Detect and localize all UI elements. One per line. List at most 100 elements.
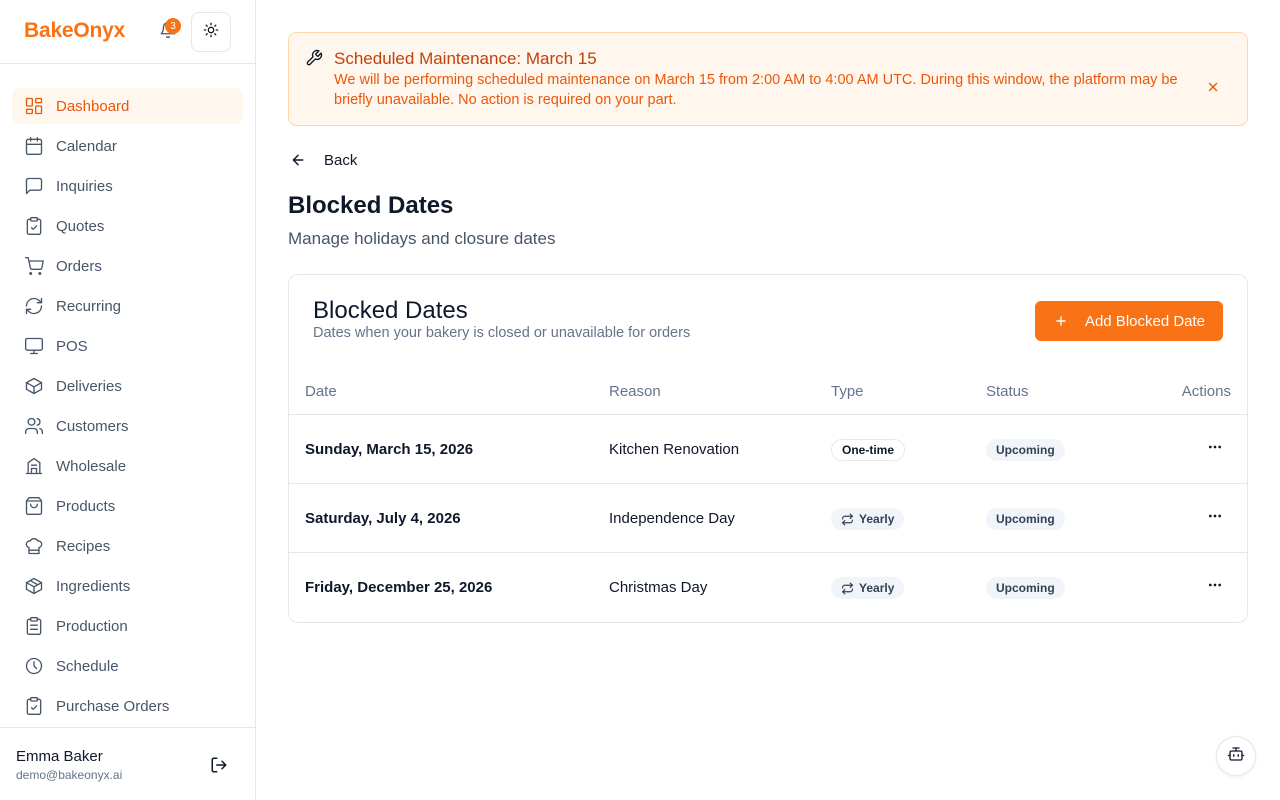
card-title: Blocked Dates: [313, 297, 468, 324]
row-reason: Kitchen Renovation: [609, 441, 740, 458]
banner-dismiss-button[interactable]: [1203, 79, 1223, 99]
type-badge-label: Yearly: [859, 512, 895, 526]
chef-hat-icon: [24, 536, 44, 556]
sidebar-item-schedule[interactable]: Schedule: [12, 648, 243, 684]
logout-button[interactable]: [204, 752, 234, 782]
row-date: Friday, December 25, 2026: [305, 579, 493, 596]
more-horizontal-icon: [1207, 577, 1223, 598]
type-badge-label: One-time: [831, 439, 906, 461]
sidebar-item-customers[interactable]: Customers: [12, 408, 243, 444]
row-date: Sunday, March 15, 2026: [305, 441, 474, 458]
theme-toggle-button[interactable]: [191, 12, 231, 52]
repeat-icon: [841, 512, 854, 526]
sidebar-item-production[interactable]: Production: [12, 608, 243, 644]
user-profile: Emma Baker demo@bakeonyx.ai: [0, 727, 255, 800]
blocked-dates-table: Date Reason Type Status Actions Sunday, …: [289, 367, 1247, 622]
repeat-icon: [841, 581, 854, 595]
column-header-status[interactable]: Status: [986, 383, 1029, 400]
sidebar-item-label: Recipes: [56, 537, 111, 555]
table-row[interactable]: Sunday, March 15, 2026 Kitchen Renovatio…: [289, 415, 1247, 484]
row-actions-button[interactable]: [1199, 506, 1231, 530]
more-horizontal-icon: [1207, 508, 1223, 529]
maintenance-banner: Scheduled Maintenance: March 15 We will …: [288, 32, 1248, 126]
package-icon: [24, 376, 44, 396]
back-button[interactable]: Back: [288, 148, 357, 172]
sidebar-item-inquiries[interactable]: Inquiries: [12, 168, 243, 204]
clipboard-list-icon: [24, 616, 44, 636]
user-name: Emma Baker: [16, 748, 103, 765]
sidebar-item-dashboard[interactable]: Dashboard: [12, 88, 243, 124]
sidebar-item-calendar[interactable]: Calendar: [12, 128, 243, 164]
clipboard-check-icon: [24, 696, 44, 716]
page-subtitle: Manage holidays and closure dates: [288, 229, 556, 248]
page-title: Blocked Dates: [288, 192, 454, 219]
type-badge-body: Yearly: [831, 508, 905, 530]
more-horizontal-icon: [1207, 439, 1223, 460]
sidebar-item-recipes[interactable]: Recipes: [12, 528, 243, 564]
sun-icon: [203, 22, 219, 43]
status-badge-label: Upcoming: [986, 508, 1065, 530]
blocked-dates-card: Blocked Dates Dates when your bakery is …: [288, 274, 1248, 623]
arrow-left-icon: [288, 150, 308, 170]
sidebar-item-label: Wholesale: [56, 457, 127, 475]
brand-logo[interactable]: BakeOnyx: [24, 19, 125, 43]
sidebar-item-orders[interactable]: Orders: [12, 248, 243, 284]
box-icon: [24, 576, 44, 596]
status-badge: Upcoming: [986, 508, 1065, 530]
column-header-actions: Actions: [1181, 383, 1231, 400]
add-blocked-date-button[interactable]: Add Blocked Date: [1035, 301, 1223, 341]
column-header-reason[interactable]: Reason: [609, 383, 661, 400]
sidebar-item-purchase-orders[interactable]: Purchase Orders: [12, 688, 243, 724]
sidebar-item-label: Customers: [56, 417, 129, 435]
sidebar-item-label: Purchase Orders: [56, 697, 170, 715]
sidebar-item-label: Calendar: [56, 137, 117, 155]
type-badge: One-time: [831, 439, 906, 461]
type-badge: Yearly: [831, 577, 905, 599]
row-reason: Christmas Day: [609, 579, 708, 596]
plus-icon: [1053, 313, 1069, 329]
sidebar-item-label: Inquiries: [56, 177, 113, 195]
building-icon: [24, 456, 44, 476]
sidebar-item-label: Quotes: [56, 217, 105, 235]
sidebar-item-recurring[interactable]: Recurring: [12, 288, 243, 324]
sidebar-item-products[interactable]: Products: [12, 488, 243, 524]
row-actions-button[interactable]: [1199, 437, 1231, 461]
add-button-label: Add Blocked Date: [1084, 312, 1206, 330]
assistant-button[interactable]: [1216, 736, 1256, 776]
sidebar-item-label: Ingredients: [56, 577, 131, 595]
message-icon: [24, 176, 44, 196]
type-badge: Yearly: [831, 508, 905, 530]
main-content: Scheduled Maintenance: March 15 We will …: [288, 32, 1248, 623]
clock-icon: [24, 656, 44, 676]
cart-icon: [24, 256, 44, 276]
users-icon: [24, 416, 44, 436]
bag-icon: [24, 496, 44, 516]
dashboard-icon: [24, 96, 44, 116]
sidebar-nav: Dashboard Calendar Inquiries Quotes Orde…: [12, 88, 243, 728]
sidebar-item-label: Dashboard: [56, 97, 130, 115]
sidebar-item-label: Schedule: [56, 657, 119, 675]
refresh-icon: [24, 296, 44, 316]
card-description: Dates when your bakery is closed or unav…: [313, 325, 691, 341]
sidebar: BakeOnyx 3 Dashboard Calendar Inquiries: [0, 0, 256, 800]
notification-count-badge: 3: [165, 18, 181, 34]
sidebar-item-wholesale[interactable]: Wholesale: [12, 448, 243, 484]
sidebar-item-deliveries[interactable]: Deliveries: [12, 368, 243, 404]
back-label: Back: [324, 151, 358, 169]
sidebar-item-ingredients[interactable]: Ingredients: [12, 568, 243, 604]
type-badge-label: Yearly: [859, 581, 895, 595]
sidebar-item-label: Deliveries: [56, 377, 122, 395]
table-row[interactable]: Saturday, July 4, 2026 Independence Day …: [289, 484, 1247, 553]
table-row[interactable]: Friday, December 25, 2026 Christmas Day …: [289, 553, 1247, 622]
sidebar-item-pos[interactable]: POS: [12, 328, 243, 364]
column-header-date[interactable]: Date: [305, 383, 337, 400]
clipboard-icon: [24, 216, 44, 236]
sidebar-header: BakeOnyx 3: [0, 0, 255, 64]
sidebar-item-quotes[interactable]: Quotes: [12, 208, 243, 244]
row-date: Saturday, July 4, 2026: [305, 510, 461, 527]
monitor-icon: [24, 336, 44, 356]
user-email: demo@bakeonyx.ai: [16, 768, 123, 782]
row-actions-button[interactable]: [1199, 575, 1231, 599]
sidebar-item-label: Production: [56, 617, 128, 635]
column-header-type[interactable]: Type: [831, 383, 864, 400]
